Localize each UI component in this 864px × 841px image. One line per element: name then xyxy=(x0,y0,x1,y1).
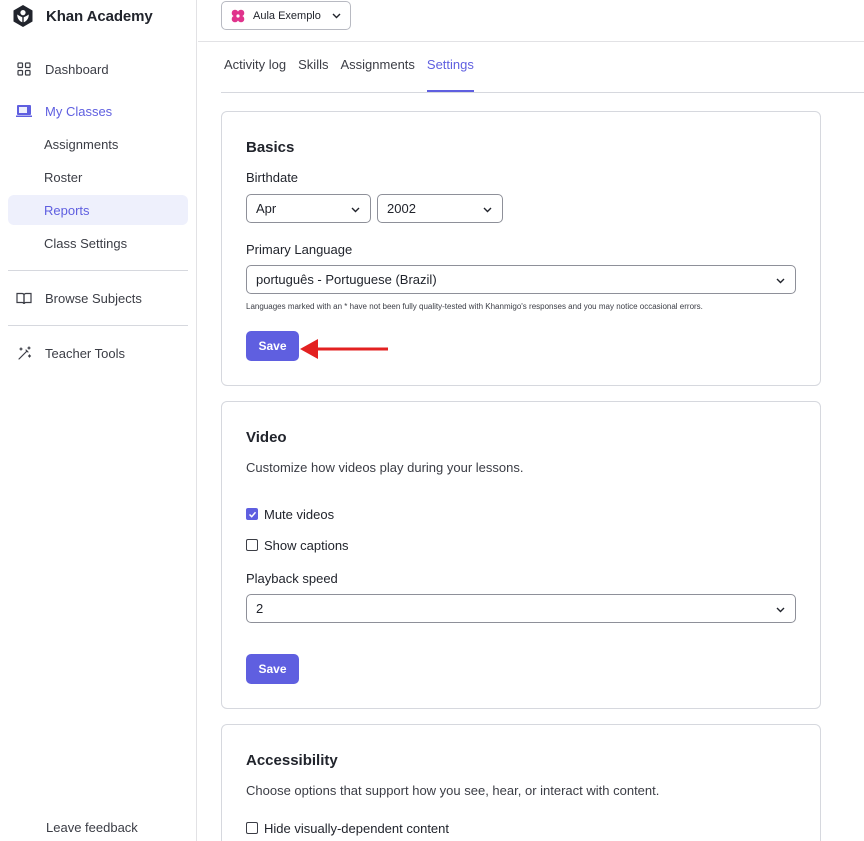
class-selector[interactable]: Aula Exemplo xyxy=(221,1,351,30)
sidebar-item-teacher-tools[interactable]: Teacher Tools xyxy=(8,338,188,368)
header-divider xyxy=(198,41,864,42)
classroom-icon xyxy=(14,101,34,121)
hide-visual-content-label: Hide visually-dependent content xyxy=(264,820,450,836)
language-note: Languages marked with an * have not been… xyxy=(246,302,703,311)
chevron-down-icon xyxy=(351,207,360,213)
grid-icon xyxy=(14,59,34,79)
video-save-button[interactable]: Save xyxy=(246,654,299,684)
sidebar-divider xyxy=(8,325,188,326)
playback-speed-select[interactable]: 2 xyxy=(246,594,796,623)
class-flower-icon xyxy=(231,9,245,22)
basics-save-button[interactable]: Save xyxy=(246,331,299,361)
sidebar-subitem-assignments[interactable]: Assignments xyxy=(8,129,188,159)
sidebar-item-browse-subjects[interactable]: Browse Subjects xyxy=(8,283,188,313)
playback-speed-label: Playback speed xyxy=(246,571,338,586)
video-title: Video xyxy=(246,429,287,446)
checkbox-checked-icon xyxy=(246,508,258,520)
sidebar: Khan Academy Dashboard My Classes Assign… xyxy=(0,0,197,841)
video-card: Video Customize how videos play during y… xyxy=(221,401,821,709)
birth-year-select[interactable]: 2002 xyxy=(377,194,503,223)
primary-language-value: português - Portuguese (Brazil) xyxy=(256,272,437,287)
chevron-down-icon xyxy=(332,13,341,19)
brand[interactable]: Khan Academy xyxy=(11,3,153,29)
chevron-down-icon xyxy=(776,278,785,284)
checkbox-unchecked-icon xyxy=(246,822,258,834)
tab-skills[interactable]: Skills xyxy=(298,56,328,92)
sidebar-subitem-reports[interactable]: Reports xyxy=(8,195,188,225)
sidebar-subitem-roster[interactable]: Roster xyxy=(8,162,188,192)
sidebar-subitem-label: Assignments xyxy=(44,136,119,152)
tab-activity-log[interactable]: Activity log xyxy=(224,56,286,92)
birth-month-select[interactable]: Apr xyxy=(246,194,371,223)
chevron-down-icon xyxy=(483,207,492,213)
checkbox-unchecked-icon xyxy=(246,539,258,551)
show-captions-checkbox[interactable]: Show captions xyxy=(246,536,349,554)
mute-videos-label: Mute videos xyxy=(264,506,335,522)
sidebar-subitem-label: Reports xyxy=(44,202,90,218)
sidebar-item-dashboard[interactable]: Dashboard xyxy=(8,54,188,84)
sidebar-item-label: Teacher Tools xyxy=(45,345,125,361)
playback-speed-value: 2 xyxy=(256,601,264,616)
leave-feedback-link[interactable]: Leave feedback xyxy=(46,820,138,835)
book-icon xyxy=(14,288,34,308)
brand-name: Khan Academy xyxy=(46,7,153,25)
birth-month-value: Apr xyxy=(256,201,277,216)
sidebar-subitem-class-settings[interactable]: Class Settings xyxy=(8,228,188,258)
tabs-divider xyxy=(221,92,864,93)
video-description: Customize how videos play during your le… xyxy=(246,460,524,475)
tab-bar: Activity log Skills Assignments Settings xyxy=(224,56,486,92)
sidebar-item-label: Browse Subjects xyxy=(45,290,142,306)
tab-assignments[interactable]: Assignments xyxy=(340,56,414,92)
sidebar-subitem-label: Class Settings xyxy=(44,235,128,251)
birthdate-label: Birthdate xyxy=(246,170,299,185)
accessibility-card: Accessibility Choose options that suppor… xyxy=(221,724,821,841)
sidebar-item-my-classes[interactable]: My Classes xyxy=(8,96,188,126)
magic-wand-icon xyxy=(14,343,34,363)
khan-academy-logo-icon xyxy=(13,5,33,27)
basics-title: Basics xyxy=(246,139,295,156)
primary-language-label: Primary Language xyxy=(246,242,353,257)
sidebar-subitem-label: Roster xyxy=(44,169,83,185)
sidebar-item-label: My Classes xyxy=(45,103,113,119)
hide-visual-content-checkbox[interactable]: Hide visually-dependent content xyxy=(246,819,449,837)
class-selector-value: Aula Exemplo xyxy=(253,9,321,22)
birth-year-value: 2002 xyxy=(387,201,416,216)
annotation-arrow-icon xyxy=(300,339,388,359)
mute-videos-checkbox[interactable]: Mute videos xyxy=(246,505,334,523)
show-captions-label: Show captions xyxy=(264,537,349,553)
accessibility-title: Accessibility xyxy=(246,752,338,769)
chevron-down-icon xyxy=(776,607,785,613)
accessibility-description: Choose options that support how you see,… xyxy=(246,783,660,798)
sidebar-item-label: Dashboard xyxy=(45,61,109,77)
primary-language-select[interactable]: português - Portuguese (Brazil) xyxy=(246,265,796,294)
tab-settings[interactable]: Settings xyxy=(426,56,474,92)
sidebar-divider xyxy=(8,270,188,271)
